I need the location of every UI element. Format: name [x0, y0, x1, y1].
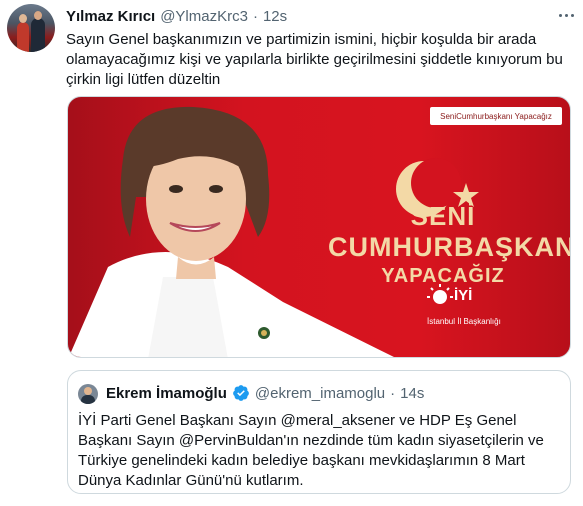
hashtag-label: SeniCumhurbaşkanı Yapacağız: [430, 107, 562, 125]
quoted-tweet-timestamp[interactable]: 14s: [400, 385, 424, 402]
party-branch-text: İstanbul İl Başkanlığı: [427, 317, 501, 326]
author-handle[interactable]: @YlmazKrc3: [160, 8, 248, 25]
quoted-tweet-text: İYİ Parti Genel Başkanı Sayın @meral_aks…: [78, 412, 544, 489]
quoted-author-avatar[interactable]: [78, 384, 98, 404]
quoted-tweet[interactable]: Ekrem İmamoğlu @ekrem_imamoglu · 14s İYİ…: [67, 370, 571, 494]
author-avatar[interactable]: [7, 4, 55, 52]
campaign-slogan: SENİ CUMHURBAŞKANI YAPACAĞIZ: [328, 201, 571, 288]
slogan-line-1: SENİ: [410, 201, 476, 231]
quoted-author-handle[interactable]: @ekrem_imamoglu: [255, 385, 385, 402]
tweet-timestamp[interactable]: 12s: [263, 8, 287, 25]
author-name[interactable]: Yılmaz Kırıcı: [66, 8, 155, 25]
tweet-header: Yılmaz Kırıcı @YlmazKrc3 · 12s: [66, 6, 287, 26]
quoted-separator-dot: ·: [390, 384, 396, 402]
slogan-line-2: CUMHURBAŞKANI: [328, 232, 571, 262]
more-options-icon[interactable]: [555, 6, 577, 24]
tweet-text: Sayın Genel başkanımızın ve partimizin i…: [66, 31, 563, 88]
tweet[interactable]: Yılmaz Kırıcı @YlmazKrc3 · 12s Sayın Gen…: [0, 0, 583, 506]
quoted-tweet-header: Ekrem İmamoğlu @ekrem_imamoglu · 14s: [106, 383, 424, 403]
tweet-media-image[interactable]: SeniCumhurbaşkanı Yapacağız SENİ CUMHURB…: [67, 96, 571, 358]
verified-badge-icon: [233, 385, 249, 401]
slogan-line-3: YAPACAĞIZ: [381, 265, 505, 287]
separator-dot: ·: [252, 7, 258, 25]
party-logo-text: İYİ: [454, 287, 473, 304]
quoted-author-name[interactable]: Ekrem İmamoğlu: [106, 385, 227, 402]
